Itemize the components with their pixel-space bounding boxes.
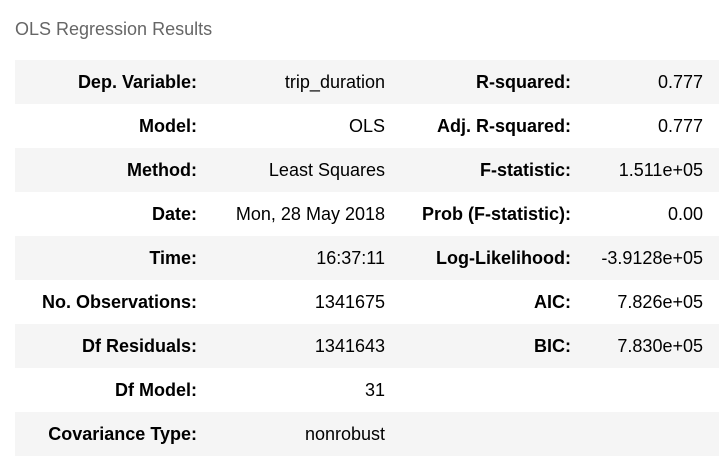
- row-label-right: BIC:: [385, 324, 571, 368]
- table-row: No. Observations: 1341675 AIC: 7.826e+05: [15, 280, 719, 324]
- row-label-right: R-squared:: [385, 60, 571, 104]
- row-value-left: 1341643: [197, 324, 385, 368]
- table-row: Date: Mon, 28 May 2018 Prob (F-statistic…: [15, 192, 719, 236]
- row-value-right: 1.511e+05: [571, 148, 719, 192]
- table-row: Time: 16:37:11 Log-Likelihood: -3.9128e+…: [15, 236, 719, 280]
- row-value-left: Mon, 28 May 2018: [197, 192, 385, 236]
- row-value-right: 7.826e+05: [571, 280, 719, 324]
- row-value-right: -3.9128e+05: [571, 236, 719, 280]
- table-row: Covariance Type: nonrobust: [15, 412, 719, 456]
- row-label-left: Covariance Type:: [15, 412, 197, 456]
- row-label-left: Date:: [15, 192, 197, 236]
- row-value-right: 7.830e+05: [571, 324, 719, 368]
- table-row: Model: OLS Adj. R-squared: 0.777: [15, 104, 719, 148]
- table-row: Method: Least Squares F-statistic: 1.511…: [15, 148, 719, 192]
- row-value-left: 16:37:11: [197, 236, 385, 280]
- row-value-left: nonrobust: [197, 412, 385, 456]
- row-value-left: 1341675: [197, 280, 385, 324]
- row-label-left: Time:: [15, 236, 197, 280]
- row-label-right: [385, 368, 571, 412]
- row-label-right: [385, 412, 571, 456]
- row-label-right: AIC:: [385, 280, 571, 324]
- row-value-left: OLS: [197, 104, 385, 148]
- row-value-left: 31: [197, 368, 385, 412]
- row-value-right: [571, 412, 719, 456]
- row-label-left: Df Residuals:: [15, 324, 197, 368]
- row-label-right: Prob (F-statistic):: [385, 192, 571, 236]
- table-row: Dep. Variable: trip_duration R-squared: …: [15, 60, 719, 104]
- row-label-left: No. Observations:: [15, 280, 197, 324]
- row-label-left: Method:: [15, 148, 197, 192]
- table-row: Df Model: 31: [15, 368, 719, 412]
- row-value-right: 0.00: [571, 192, 719, 236]
- row-value-left: Least Squares: [197, 148, 385, 192]
- row-value-right: [571, 368, 719, 412]
- row-label-right: Adj. R-squared:: [385, 104, 571, 148]
- row-label-right: F-statistic:: [385, 148, 571, 192]
- table-caption: OLS Regression Results: [15, 19, 213, 39]
- row-value-right: 0.777: [571, 60, 719, 104]
- row-value-left: trip_duration: [197, 60, 385, 104]
- regression-results-table: Dep. Variable: trip_duration R-squared: …: [15, 60, 719, 456]
- row-label-left: Model:: [15, 104, 197, 148]
- row-label-left: Dep. Variable:: [15, 60, 197, 104]
- row-label-left: Df Model:: [15, 368, 197, 412]
- row-label-right: Log-Likelihood:: [385, 236, 571, 280]
- row-value-right: 0.777: [571, 104, 719, 148]
- table-row: Df Residuals: 1341643 BIC: 7.830e+05: [15, 324, 719, 368]
